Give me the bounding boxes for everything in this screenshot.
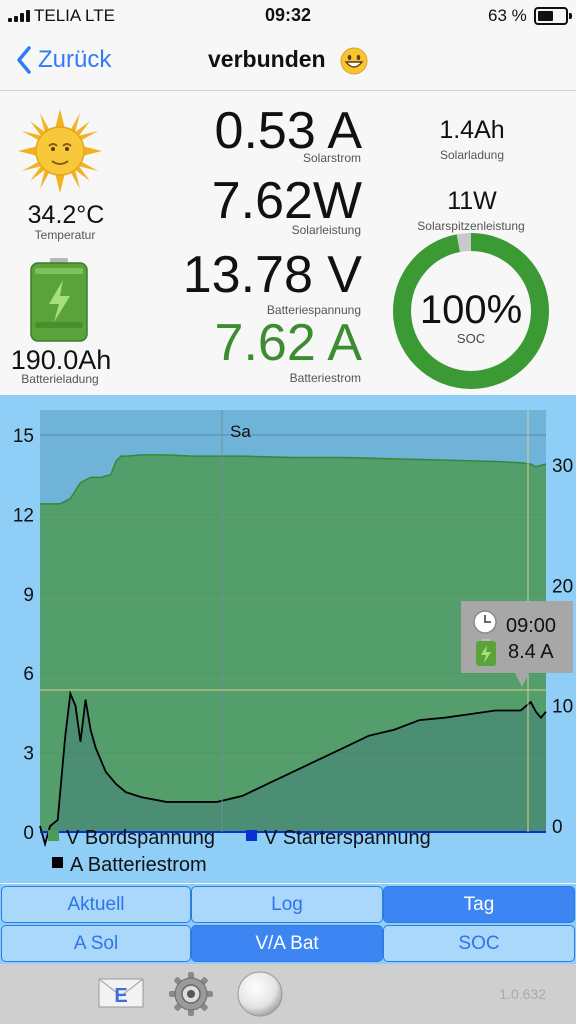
soc-label: SOC bbox=[456, 331, 486, 346]
y-tick-label: 3 bbox=[23, 744, 34, 765]
tab-aktuell[interactable]: Aktuell bbox=[1, 886, 191, 923]
mail-icon[interactable]: E bbox=[98, 976, 144, 1010]
y-tick-label: 0 bbox=[23, 823, 34, 844]
tooltip-value: 8.4 A bbox=[508, 641, 554, 663]
bottom-toolbar: E 1.0.632 bbox=[0, 964, 576, 1024]
mail-icon-letter: E bbox=[114, 985, 127, 1007]
y2-tick-label: 0 bbox=[552, 817, 563, 838]
legend-swatch-bord bbox=[48, 830, 59, 841]
app-version: 1.0.632 bbox=[499, 986, 546, 1002]
page-title: verbunden bbox=[0, 46, 576, 75]
voltage-current-chart[interactable]: Sa 15129630 3020100 09:00 8.4 A V Bordsp… bbox=[0, 395, 576, 883]
navigation-bar: Zurück verbunden bbox=[0, 32, 576, 91]
y2-tick-label: 30 bbox=[552, 456, 573, 477]
status-bar: TELIA LTE 09:32 63 % bbox=[0, 0, 576, 32]
dashboard-panel: 34.2°C Temperatur 190.0Ah Batterieladung… bbox=[0, 91, 576, 394]
y-tick-label: 9 bbox=[23, 585, 34, 606]
solar-peak-value: 11W bbox=[447, 187, 497, 215]
battery-current-label: Batteriestrom bbox=[289, 371, 361, 385]
battery-icon bbox=[534, 7, 572, 25]
legend-starter: V Starterspannung bbox=[264, 827, 431, 849]
chart-legend: V Bordspannung V Starterspannung A Batte… bbox=[48, 827, 431, 876]
solar-charge-value: 1.4Ah bbox=[439, 116, 505, 144]
y-tick-label: 6 bbox=[23, 664, 34, 685]
y-tick-label: 12 bbox=[13, 505, 34, 526]
battery-voltage-value: 13.78 V bbox=[182, 246, 362, 304]
solar-power-label: Solarleistung bbox=[291, 223, 361, 237]
tab-log[interactable]: Log bbox=[191, 886, 383, 923]
legend-bord: V Bordspannung bbox=[66, 827, 215, 849]
battery-current-value: 7.62 A bbox=[214, 314, 362, 372]
y2-tick-label: 20 bbox=[552, 576, 573, 597]
legend-swatch-starter bbox=[246, 830, 257, 841]
legend-strom: A Batteriestrom bbox=[70, 854, 207, 876]
battery-percent: 63 % bbox=[488, 6, 527, 25]
day-label: Sa bbox=[230, 422, 251, 441]
tooltip-time: 09:00 bbox=[506, 615, 556, 637]
solar-power-value: 7.62W bbox=[211, 172, 362, 230]
solar-charge-label: Solarladung bbox=[439, 148, 505, 162]
battery-charge-label: Batterieladung bbox=[21, 372, 99, 386]
y-tick-label: 15 bbox=[13, 426, 34, 447]
connection-status: verbunden bbox=[208, 46, 326, 72]
view-selector: Aktuell Log Tag A Sol V/A Bat SOC bbox=[0, 884, 576, 964]
clock-icon bbox=[473, 610, 497, 634]
tab-a-sol[interactable]: A Sol bbox=[1, 925, 191, 962]
refresh-button-icon[interactable] bbox=[236, 970, 284, 1018]
battery-charging-icon bbox=[476, 639, 496, 666]
tab-tag[interactable]: Tag bbox=[383, 886, 575, 923]
settings-gear-icon[interactable] bbox=[168, 971, 214, 1017]
y2-tick-label: 10 bbox=[552, 697, 573, 718]
grinning-face-icon bbox=[340, 47, 368, 75]
tab-soc[interactable]: SOC bbox=[383, 925, 575, 962]
soc-value: 100% bbox=[419, 288, 523, 332]
legend-swatch-strom bbox=[52, 857, 63, 868]
chart-panel[interactable]: Sa 15 12 9 6 3 0 30 20 10 0 09:00 8.4 A V Bordsp… bbox=[0, 395, 576, 883]
solar-current-label: Solarstrom bbox=[302, 151, 361, 165]
tab-va-bat[interactable]: V/A Bat bbox=[191, 925, 383, 962]
